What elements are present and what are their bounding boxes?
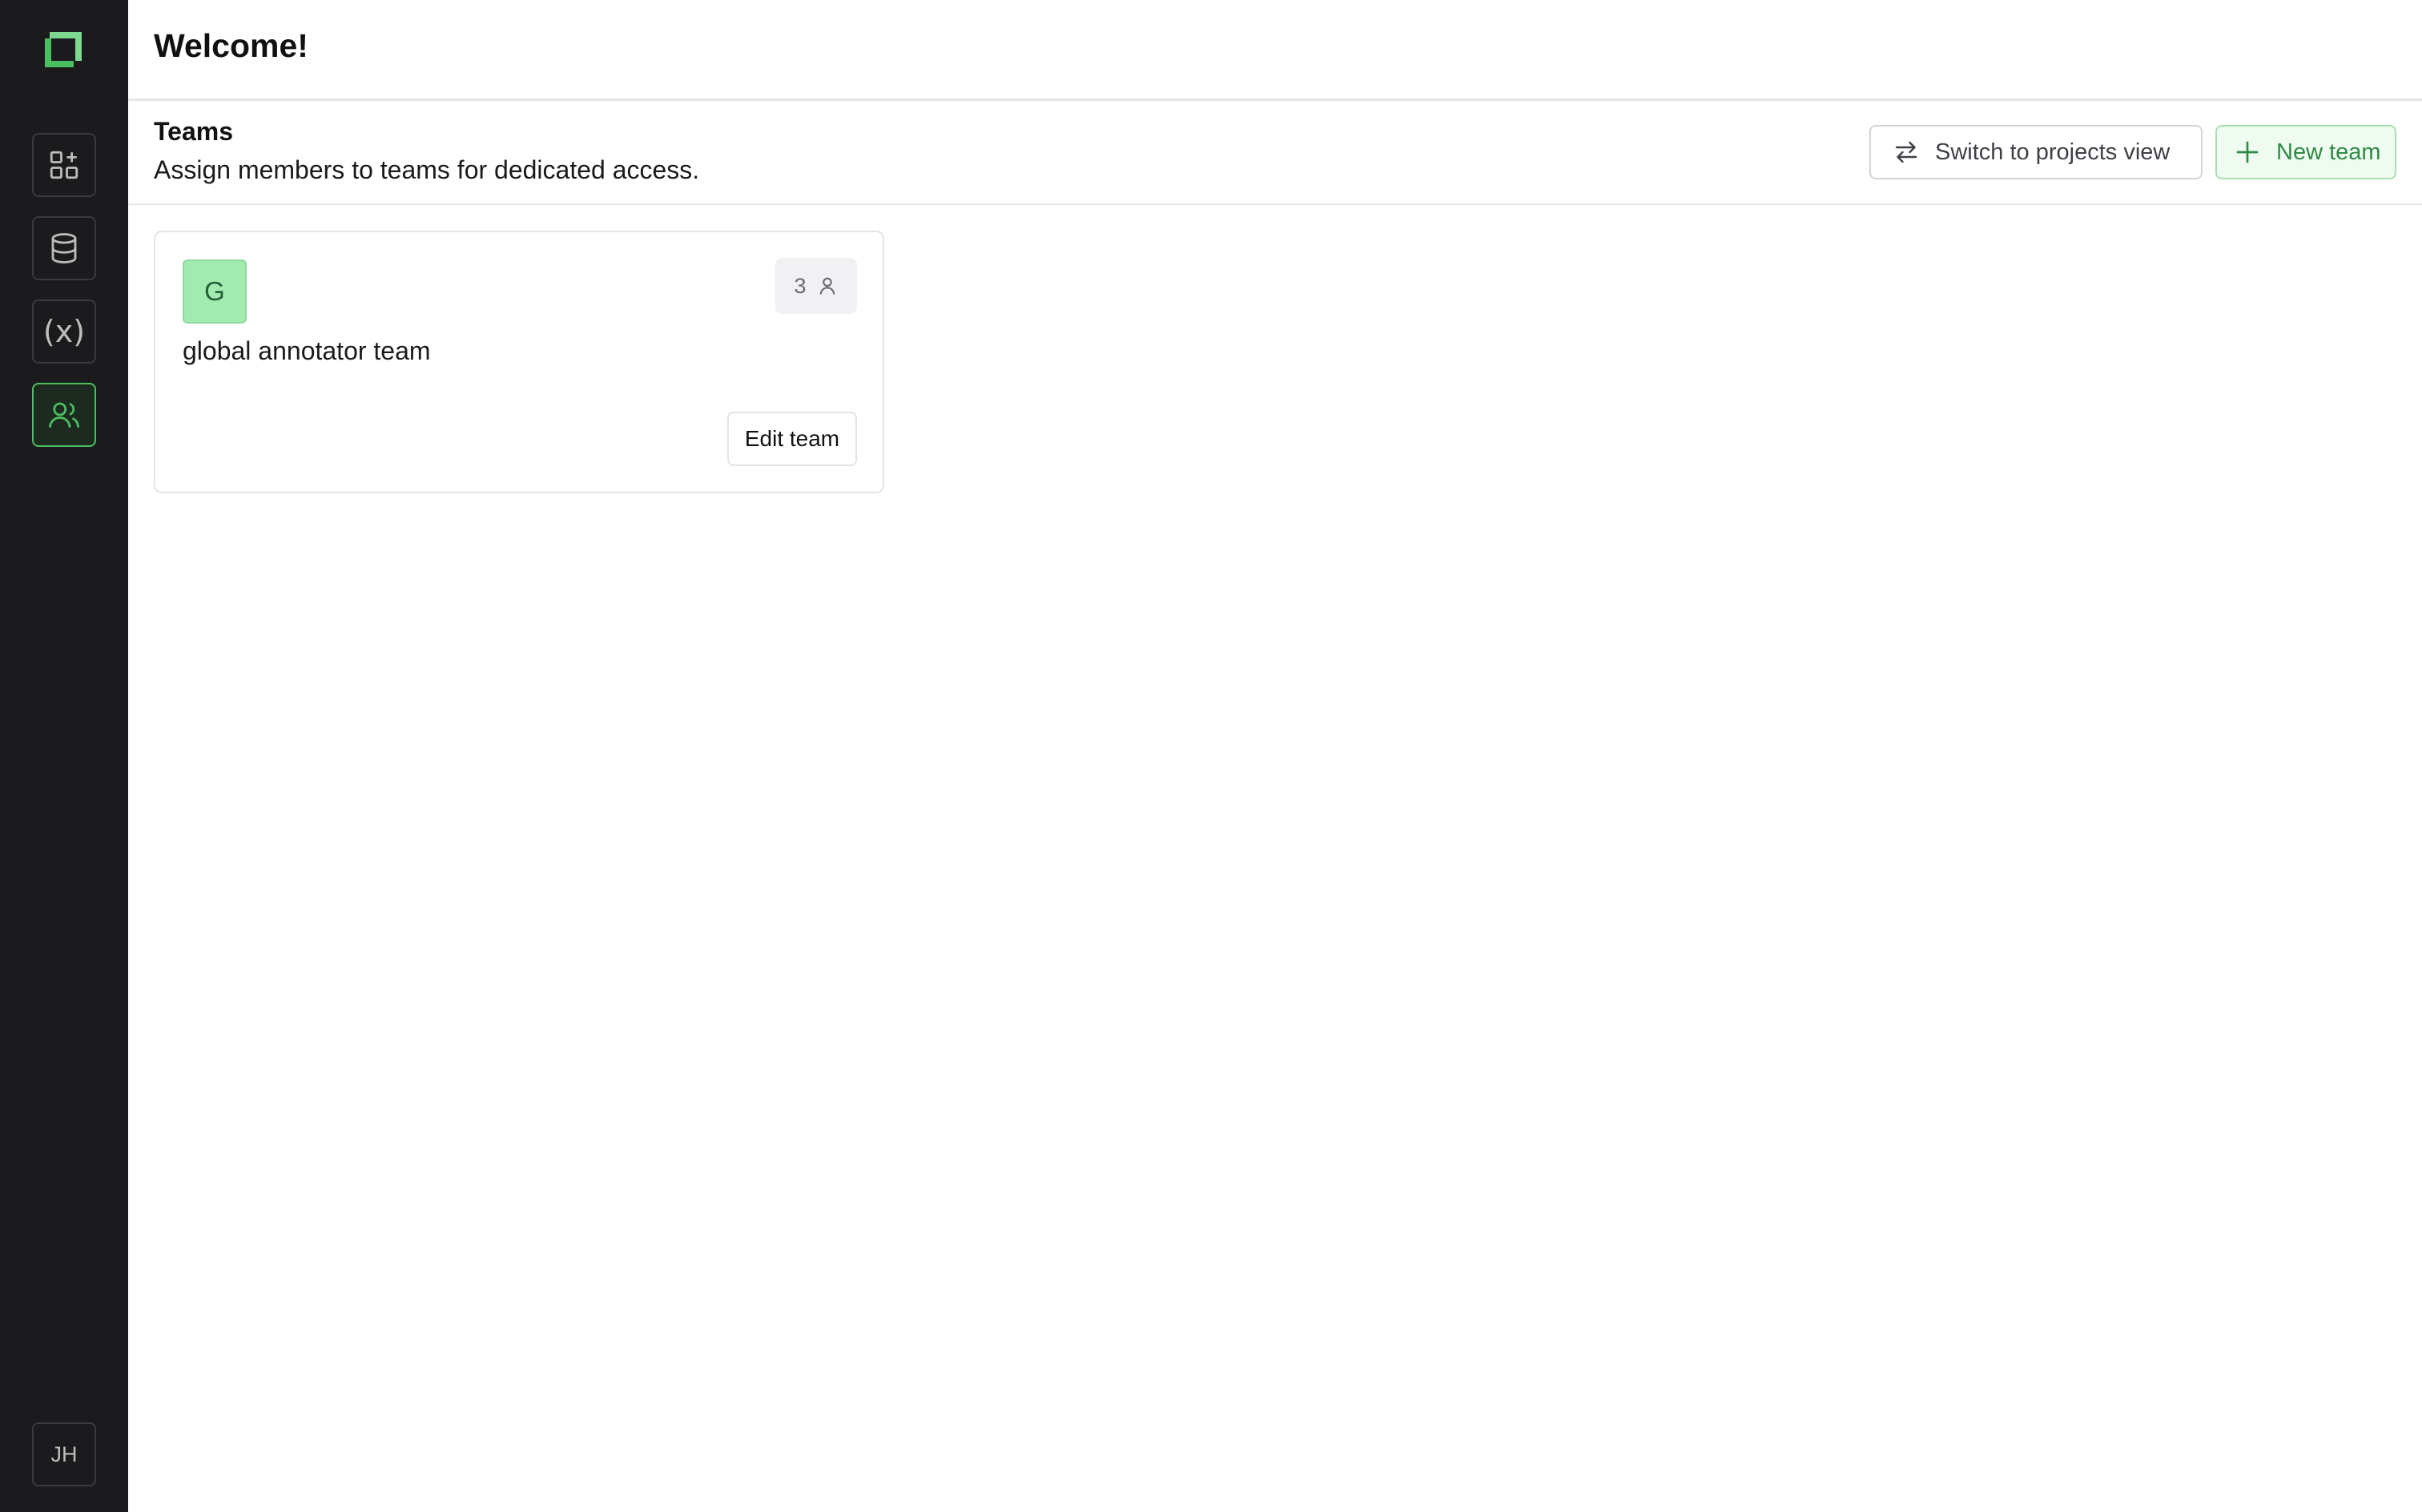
team-name: global annotator team (183, 336, 431, 365)
users-icon (49, 402, 79, 428)
team-avatar: G (183, 259, 247, 324)
section-title: Teams (154, 117, 234, 146)
variable-icon: (x) (42, 314, 86, 349)
sidebar-item-variables[interactable]: (x) (32, 300, 96, 364)
apps-add-icon (50, 151, 78, 179)
switch-arrows-icon (1895, 141, 1917, 163)
teams-section-header: Teams Assign members to teams for dedica… (128, 101, 2422, 205)
sidebar-item-teams[interactable] (32, 383, 96, 447)
member-count: 3 (794, 273, 807, 298)
new-team-label: New team (2276, 139, 2381, 165)
sidebar: (x) JH (0, 0, 128, 1512)
user-icon (819, 277, 835, 295)
team-card: G 3 global annotator team Edit team (154, 231, 884, 493)
user-avatar[interactable]: JH (32, 1422, 96, 1486)
database-icon (51, 233, 77, 263)
plus-icon (2236, 141, 2259, 163)
sidebar-item-apps[interactable] (32, 133, 96, 197)
switch-to-projects-button[interactable]: Switch to projects view (1869, 125, 2203, 179)
switch-to-projects-label: Switch to projects view (1935, 139, 2171, 165)
edit-team-button[interactable]: Edit team (727, 412, 857, 466)
section-subtitle: Assign members to teams for dedicated ac… (154, 155, 700, 184)
sidebar-item-datasets[interactable] (32, 216, 96, 280)
page-title: Welcome! (154, 27, 308, 64)
main-content: Welcome! Teams Assign members to teams f… (128, 0, 2422, 1512)
logo-icon[interactable] (42, 29, 85, 70)
new-team-button[interactable]: New team (2215, 125, 2396, 179)
member-count-badge: 3 (775, 258, 857, 314)
top-bar: Welcome! (128, 0, 2422, 101)
